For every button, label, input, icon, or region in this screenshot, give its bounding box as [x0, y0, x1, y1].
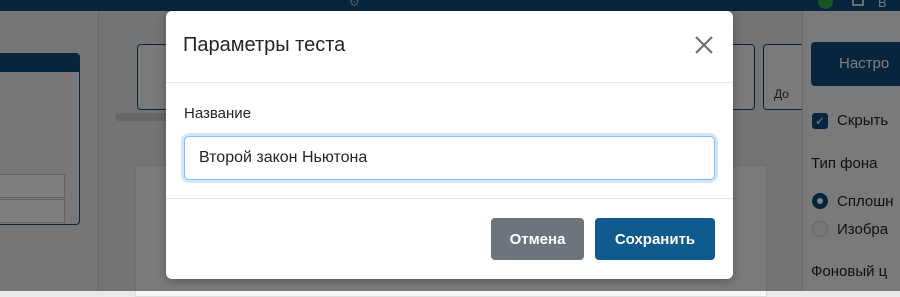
name-input[interactable]	[184, 136, 715, 180]
name-label: Название	[184, 105, 252, 122]
test-settings-dialog: Параметры теста Название Отмена Сохранит…	[166, 11, 733, 279]
dialog-header: Параметры теста	[166, 11, 733, 83]
close-icon[interactable]	[693, 34, 715, 56]
save-button[interactable]: Сохранить	[595, 218, 715, 260]
cancel-button[interactable]: Отмена	[491, 218, 584, 260]
dialog-title: Параметры теста	[183, 34, 346, 56]
